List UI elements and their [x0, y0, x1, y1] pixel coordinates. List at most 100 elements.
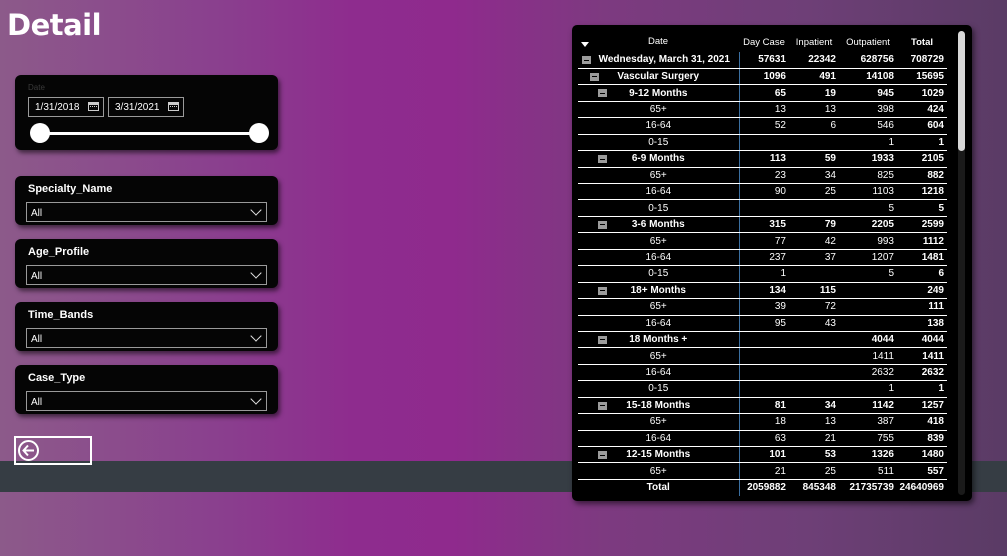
table-row: 16-64 90 25 1103 1218 — [578, 183, 947, 201]
collapse-toggle-icon[interactable] — [598, 335, 607, 344]
row-header: 0-15 — [578, 134, 740, 152]
table-cell: 13 — [789, 101, 839, 119]
table-cell: 237 — [739, 249, 789, 267]
table-cell — [739, 199, 789, 217]
table-cell: 81 — [739, 397, 789, 415]
collapse-toggle-icon[interactable] — [598, 286, 607, 295]
column-header-outpatient[interactable]: Outpatient — [839, 32, 897, 52]
time-bands-dropdown[interactable]: All — [26, 328, 267, 348]
table-cell: 1142 — [839, 397, 897, 415]
row-header: 12-15 Months — [578, 446, 740, 464]
table-cell: 1933 — [839, 150, 897, 168]
back-button[interactable] — [14, 436, 92, 465]
row-header: 3-6 Months — [578, 216, 740, 234]
column-header-label: Date — [648, 36, 669, 47]
table-row: 65+ 18 13 387 418 — [578, 413, 947, 431]
table-cell: 19 — [789, 84, 839, 102]
column-header-inpatient[interactable]: Inpatient — [789, 32, 839, 52]
slider-end-handle[interactable] — [249, 123, 269, 143]
table-cell: 22342 — [789, 52, 839, 69]
back-arrow-icon — [18, 440, 39, 461]
case-type-dropdown[interactable]: All — [26, 391, 267, 411]
table-row: 18+ Months 134 115 249 — [578, 282, 947, 300]
date-slicer-label: Date — [28, 83, 45, 92]
table-cell: 25 — [789, 183, 839, 201]
row-label: 65+ — [649, 416, 667, 428]
collapse-toggle-icon[interactable] — [582, 56, 591, 64]
table-cell: 1096 — [739, 68, 789, 86]
table-cell: 1411 — [897, 347, 947, 365]
table-cell: 5 — [897, 199, 947, 217]
row-header: 16-64 — [578, 364, 740, 382]
row-label: 0-15 — [648, 136, 669, 148]
table-row: 0-15 1 1 — [578, 134, 947, 152]
table-cell: 115 — [789, 282, 839, 300]
table-cell: 387 — [839, 413, 897, 431]
row-label: 65+ — [649, 301, 667, 313]
row-header: 15-18 Months — [578, 397, 740, 415]
slicer-label: Specialty_Name — [28, 183, 113, 195]
table-cell: 424 — [897, 101, 947, 119]
table-cell — [839, 315, 897, 332]
table-row: 65+ 23 34 825 882 — [578, 167, 947, 185]
row-header: 65+ — [578, 462, 740, 480]
collapse-toggle-icon[interactable] — [590, 72, 599, 81]
end-date-input[interactable]: 3/31/2021 — [108, 97, 184, 117]
table-cell — [739, 134, 789, 152]
table-cell: 2105 — [897, 150, 947, 168]
table-cell: 511 — [839, 462, 897, 480]
total-cell: 2059882 — [747, 482, 786, 494]
time-bands-slicer: Time_Bands All — [15, 302, 278, 351]
table-cell: 1 — [739, 265, 789, 283]
table-row: Vascular Surgery 1096 491 14108 15695 — [578, 68, 947, 86]
table-cell: 418 — [897, 413, 947, 431]
table-row: 16-64 63 21 755 839 — [578, 430, 947, 448]
table-cell: 993 — [839, 232, 897, 250]
table-cell — [789, 199, 839, 217]
slicer-label: Time_Bands — [28, 309, 94, 321]
calendar-icon[interactable] — [168, 102, 179, 111]
column-header-day-case[interactable]: Day Case — [739, 32, 789, 52]
date-range-slider-track[interactable] — [40, 132, 260, 135]
row-header: Vascular Surgery — [578, 68, 740, 86]
table-row: 16-64 2632 2632 — [578, 364, 947, 382]
table-cell: 708729 — [897, 52, 947, 69]
row-label: 6-9 Months — [631, 153, 685, 165]
table-cell: 77 — [739, 232, 789, 250]
table-cell: 1 — [839, 134, 897, 152]
vertical-scrollbar[interactable] — [958, 31, 965, 495]
table-cell: 13 — [789, 413, 839, 431]
row-label: 65+ — [649, 104, 667, 116]
row-label: 65+ — [649, 465, 667, 477]
collapse-toggle-icon[interactable] — [598, 155, 607, 164]
collapse-toggle-icon[interactable] — [598, 220, 607, 229]
table-row: 6-9 Months 113 59 1933 2105 — [578, 150, 947, 168]
table-cell: 604 — [897, 117, 947, 135]
collapse-toggle-icon[interactable] — [598, 451, 607, 459]
row-header: 9-12 Months — [578, 84, 740, 102]
calendar-icon[interactable] — [88, 102, 99, 111]
row-label: 16-64 — [645, 317, 672, 329]
table-row: 15-18 Months 81 34 1142 1257 — [578, 397, 947, 415]
collapse-toggle-icon[interactable] — [598, 401, 607, 410]
row-header: 16-64 — [578, 183, 740, 201]
specialty-name-dropdown[interactable]: All — [26, 202, 267, 222]
column-header-total[interactable]: Total — [897, 32, 947, 52]
row-label: 16-64 — [645, 251, 672, 263]
column-header-date[interactable]: Date — [578, 32, 739, 52]
sort-descending-icon[interactable] — [581, 42, 589, 47]
row-label: 16-64 — [645, 186, 672, 198]
case-type-slicer: Case_Type All — [15, 365, 278, 414]
table-cell: 43 — [789, 315, 839, 332]
table-row: 0-15 1 5 6 — [578, 265, 947, 283]
row-label: 9-12 Months — [629, 87, 688, 99]
table-cell — [789, 265, 839, 283]
start-date-input[interactable]: 1/31/2018 — [28, 97, 104, 117]
table-cell: 546 — [839, 117, 897, 135]
collapse-toggle-icon[interactable] — [598, 89, 607, 98]
slider-start-handle[interactable] — [30, 123, 50, 143]
scrollbar-thumb[interactable] — [958, 31, 965, 151]
age-profile-dropdown[interactable]: All — [26, 265, 267, 285]
row-label: 65+ — [649, 350, 667, 362]
table-cell: 2205 — [839, 216, 897, 234]
